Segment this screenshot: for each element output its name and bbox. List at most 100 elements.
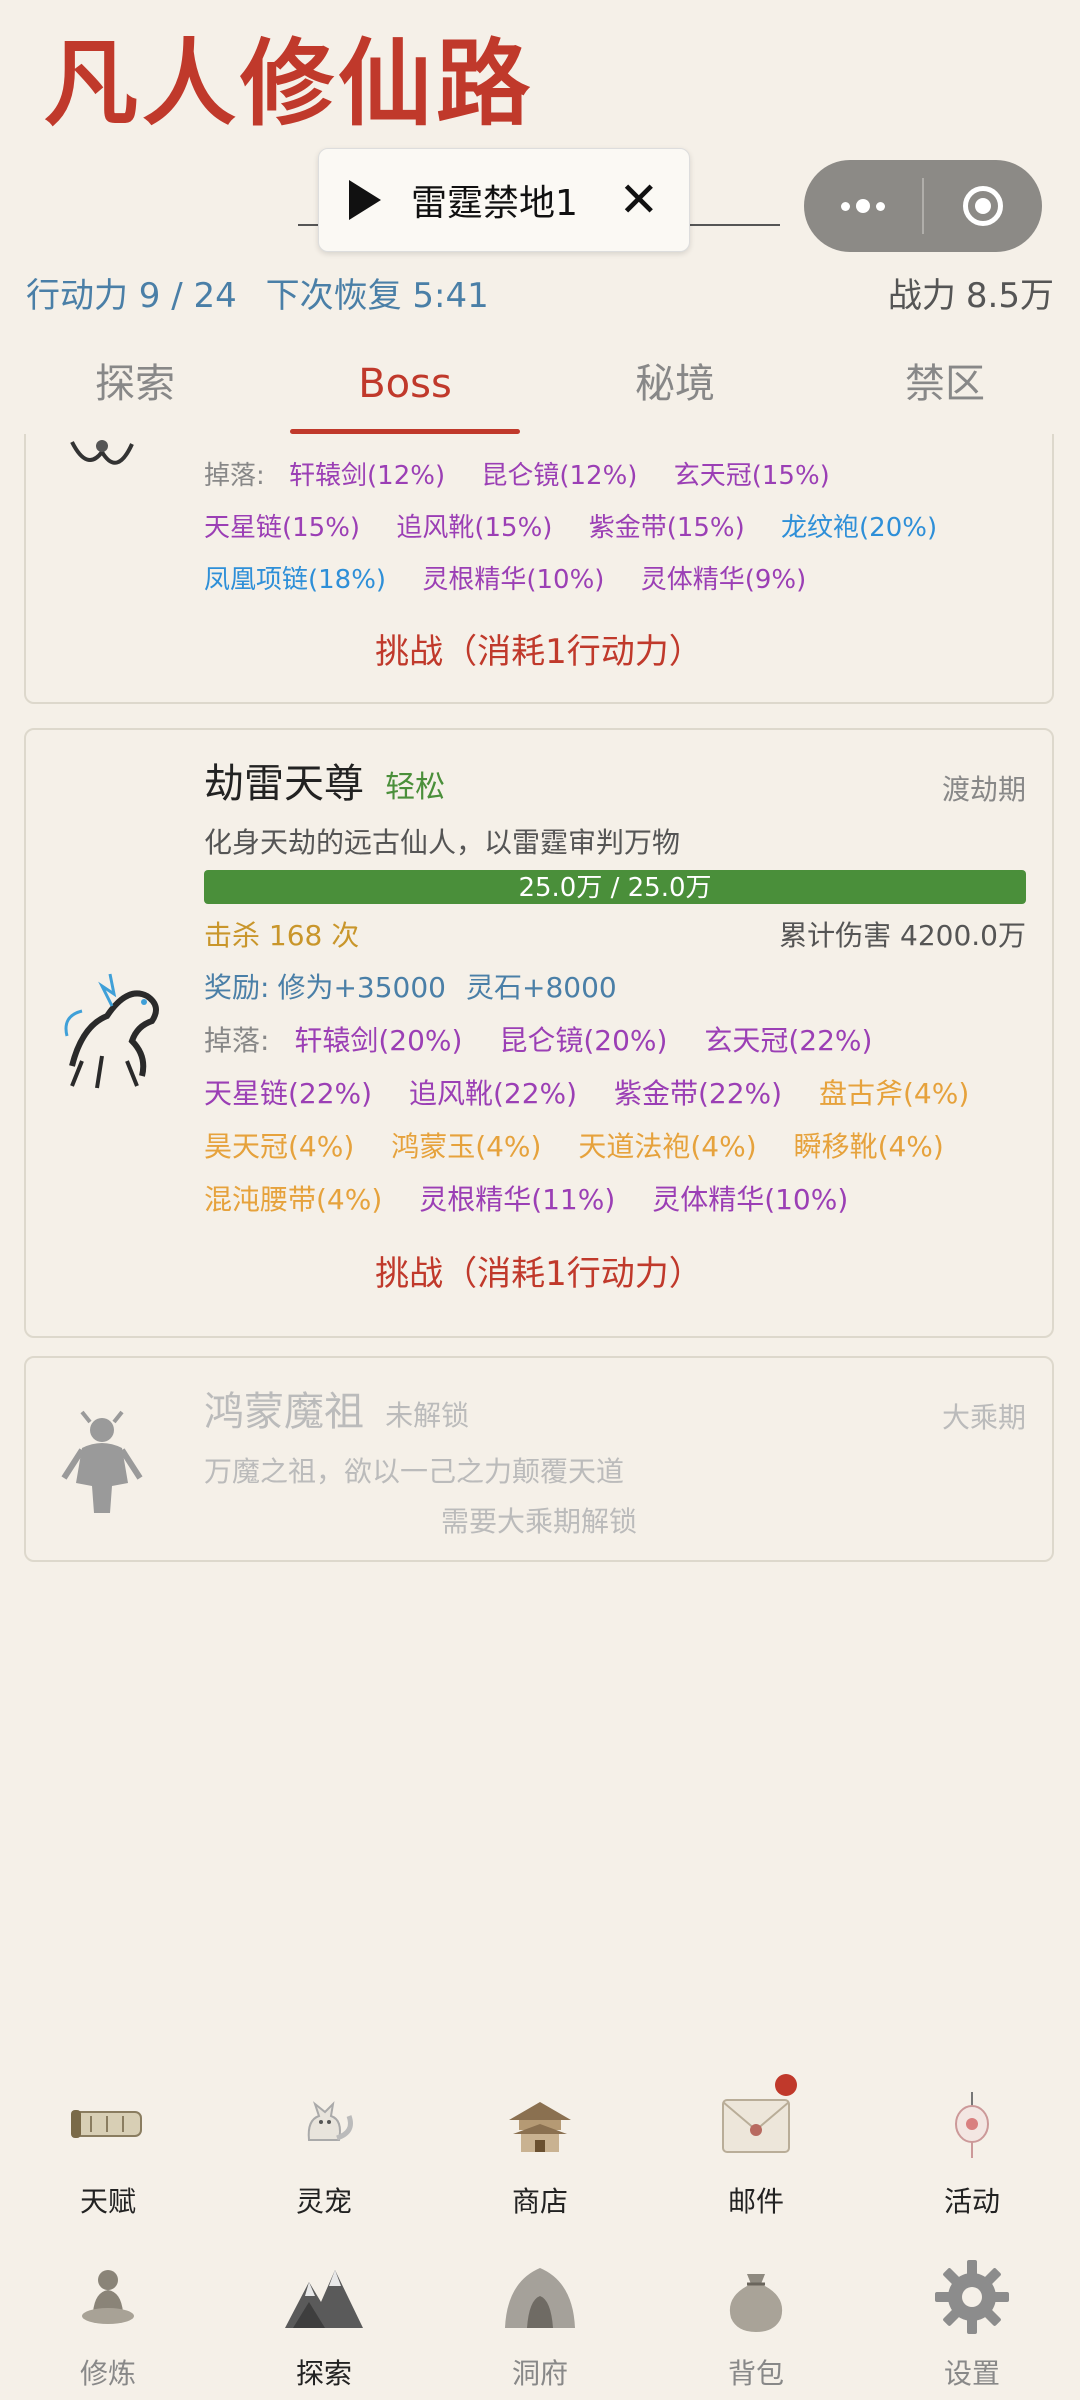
boss-card: 劫雷天尊 轻松 渡劫期 化身天劫的远古仙人，以雷霆审判万物 25.0万 / 25… <box>24 728 1054 1338</box>
kill-stats: 击杀 168 次 累计伤害 4200.0万 <box>204 912 1026 964</box>
drop-item: 凤凰项链(18%) <box>204 565 387 595</box>
drop-item: 鸿蒙玉(4%) <box>391 1130 542 1163</box>
music-player-pill[interactable]: 雷霆禁地1 ✕ <box>318 148 690 252</box>
drop-item: 轩辕剑(20%) <box>294 1024 463 1057</box>
nav-cave[interactable]: 洞府 <box>470 2252 610 2392</box>
kill-count: 击杀 168 次 <box>204 919 360 952</box>
tab-forbidden-zone[interactable]: 禁区 <box>810 344 1080 434</box>
nav-label: 商店 <box>511 2185 568 2218</box>
challenge-button[interactable]: 挑战（消耗1行动力） <box>26 1246 1052 1295</box>
boss-card-locked: 鸿蒙魔祖 未解锁 大乘期 万魔之祖，欲以一己之力颠覆天道 需要大乘期解锁 <box>24 1356 1054 1562</box>
drop-item: 天星链(22%) <box>204 1077 373 1110</box>
power-value: 8.5万 <box>965 276 1054 316</box>
nav-pet[interactable]: 灵宠 <box>254 2080 394 2220</box>
nav-events[interactable]: 活动 <box>902 2080 1042 2220</box>
nav-label: 邮件 <box>727 2185 784 2218</box>
miniprogram-capsule <box>804 160 1042 252</box>
unlock-requirement: 需要大乘期解锁 <box>440 1505 637 1538</box>
boss-list[interactable]: 掉落: 轩辕剑(12%) 昆仑镜(12%) 玄天冠(15%) 天星链(15%) … <box>0 434 1080 2074</box>
tab-explore[interactable]: 探索 <box>0 344 270 434</box>
drop-item: 昆仑镜(20%) <box>499 1024 668 1057</box>
boss-header: 鸿蒙魔祖 未解锁 <box>204 1382 1026 1450</box>
nav-shop[interactable]: 商店 <box>470 2080 610 2220</box>
unread-badge <box>775 2074 797 2096</box>
drop-item: 盘古斧(4%) <box>819 1077 970 1110</box>
drop-item: 瞬移靴(4%) <box>793 1130 944 1163</box>
fox-icon <box>307 2101 353 2141</box>
tab-bar: 探索 Boss 秘境 禁区 <box>0 344 1080 434</box>
drop-item: 混沌腰带(4%) <box>204 1183 383 1216</box>
drop-item: 昊天冠(4%) <box>204 1130 355 1163</box>
rewards-row: 奖励: 修为+35000 灵石+8000 <box>204 964 1026 1012</box>
boss-portrait-icon <box>70 440 134 465</box>
boss-card-previous: 掉落: 轩辕剑(12%) 昆仑镜(12%) 玄天冠(15%) 天星链(15%) … <box>24 434 1054 704</box>
total-damage: 累计伤害 4200.0万 <box>779 919 1026 952</box>
difficulty-badge: 轻松 <box>385 770 446 805</box>
drop-item: 追风靴(22%) <box>409 1077 578 1110</box>
power-label: 战力 <box>887 276 956 316</box>
nav-cultivate[interactable]: 修炼 <box>38 2252 178 2392</box>
music-track-name: 雷霆禁地1 <box>411 183 578 224</box>
nav-bag[interactable]: 背包 <box>686 2252 826 2392</box>
drop-item: 天星链(15%) <box>204 513 361 543</box>
nav-label: 活动 <box>943 2185 1000 2218</box>
drop-item: 天道法袍(4%) <box>578 1130 757 1163</box>
reward-cultivation: 修为+35000 <box>277 971 446 1004</box>
play-icon[interactable] <box>349 180 381 220</box>
drop-item: 追风靴(15%) <box>396 513 553 543</box>
mountain-icon <box>285 2270 363 2328</box>
drops-row: 掉落: 轩辕剑(20%) 昆仑镜(20%) 玄天冠(22%) 天星链(22%) … <box>204 1014 1026 1226</box>
close-miniprogram-button[interactable] <box>924 160 1042 252</box>
combat-power: 战力 8.5万 <box>888 272 1054 320</box>
drops-row: 掉落: 轩辕剑(12%) 昆仑镜(12%) 玄天冠(15%) 天星链(15%) … <box>204 450 1026 606</box>
stamina-count: 行动力 9 / 24 <box>26 276 237 316</box>
nav-talent[interactable]: 天赋 <box>38 2080 178 2220</box>
pavilion-icon <box>509 2102 571 2152</box>
drop-item: 紫金带(15%) <box>588 513 745 543</box>
hp-bar-track: 25.0万 / 25.0万 <box>204 870 1026 904</box>
nav-mail[interactable]: 邮件 <box>686 2074 826 2220</box>
drop-item: 昆仑镜(12%) <box>481 461 638 491</box>
meditation-icon <box>82 2270 134 2324</box>
thunder-qilin-portrait-icon <box>64 973 159 1089</box>
nav-label: 天赋 <box>79 2185 136 2218</box>
cave-icon <box>505 2268 575 2328</box>
target-circle-icon <box>963 186 1003 226</box>
hp-bar: 25.0万 / 25.0万 <box>204 870 1026 904</box>
hp-text: 25.0万 / 25.0万 <box>518 873 712 903</box>
realm-requirement: 渡劫期 <box>941 773 1026 806</box>
tab-boss[interactable]: Boss <box>270 344 540 434</box>
drop-item: 龙纹袍(20%) <box>781 513 938 543</box>
reward-label: 奖励: <box>204 971 270 1004</box>
close-icon[interactable]: ✕ <box>619 172 659 228</box>
drop-item: 玄天冠(15%) <box>673 461 830 491</box>
drop-item: 灵根精华(10%) <box>422 565 605 595</box>
drops-label: 掉落: <box>204 461 265 491</box>
lock-status: 未解锁 <box>385 1399 470 1432</box>
gear-icon <box>935 2260 1009 2334</box>
drop-item: 灵体精华(10%) <box>652 1183 849 1216</box>
boss-header: 劫雷天尊 轻松 <box>204 754 1026 822</box>
recover-timer: 下次恢复 5:41 <box>265 276 489 316</box>
nav-label: 探索 <box>295 2357 352 2390</box>
drop-item: 灵体精华(9%) <box>640 565 807 595</box>
nav-label: 修炼 <box>79 2357 136 2390</box>
tab-secret-realm[interactable]: 秘境 <box>540 344 810 434</box>
nav-explore[interactable]: 探索 <box>254 2252 394 2392</box>
drop-item: 玄天冠(22%) <box>704 1024 873 1057</box>
challenge-button[interactable]: 挑战（消耗1行动力） <box>26 624 1052 673</box>
realm-requirement: 大乘期 <box>941 1401 1026 1434</box>
nav-settings[interactable]: 设置 <box>902 2252 1042 2392</box>
boss-description: 万魔之祖，欲以一己之力颠覆天道 <box>204 1455 625 1488</box>
boss-description: 化身天劫的远古仙人，以雷霆审判万物 <box>204 826 681 859</box>
drop-item: 紫金带(22%) <box>614 1077 783 1110</box>
bag-icon <box>729 2274 783 2332</box>
nav-label: 灵宠 <box>295 2185 352 2218</box>
nav-label: 设置 <box>943 2357 1000 2390</box>
more-button[interactable] <box>804 160 922 252</box>
lantern-icon <box>955 2092 989 2158</box>
reward-stones: 灵石+8000 <box>465 971 617 1004</box>
nav-label: 背包 <box>727 2357 784 2390</box>
drop-item: 灵根精华(11%) <box>419 1183 616 1216</box>
drop-item: 轩辕剑(12%) <box>289 461 446 491</box>
